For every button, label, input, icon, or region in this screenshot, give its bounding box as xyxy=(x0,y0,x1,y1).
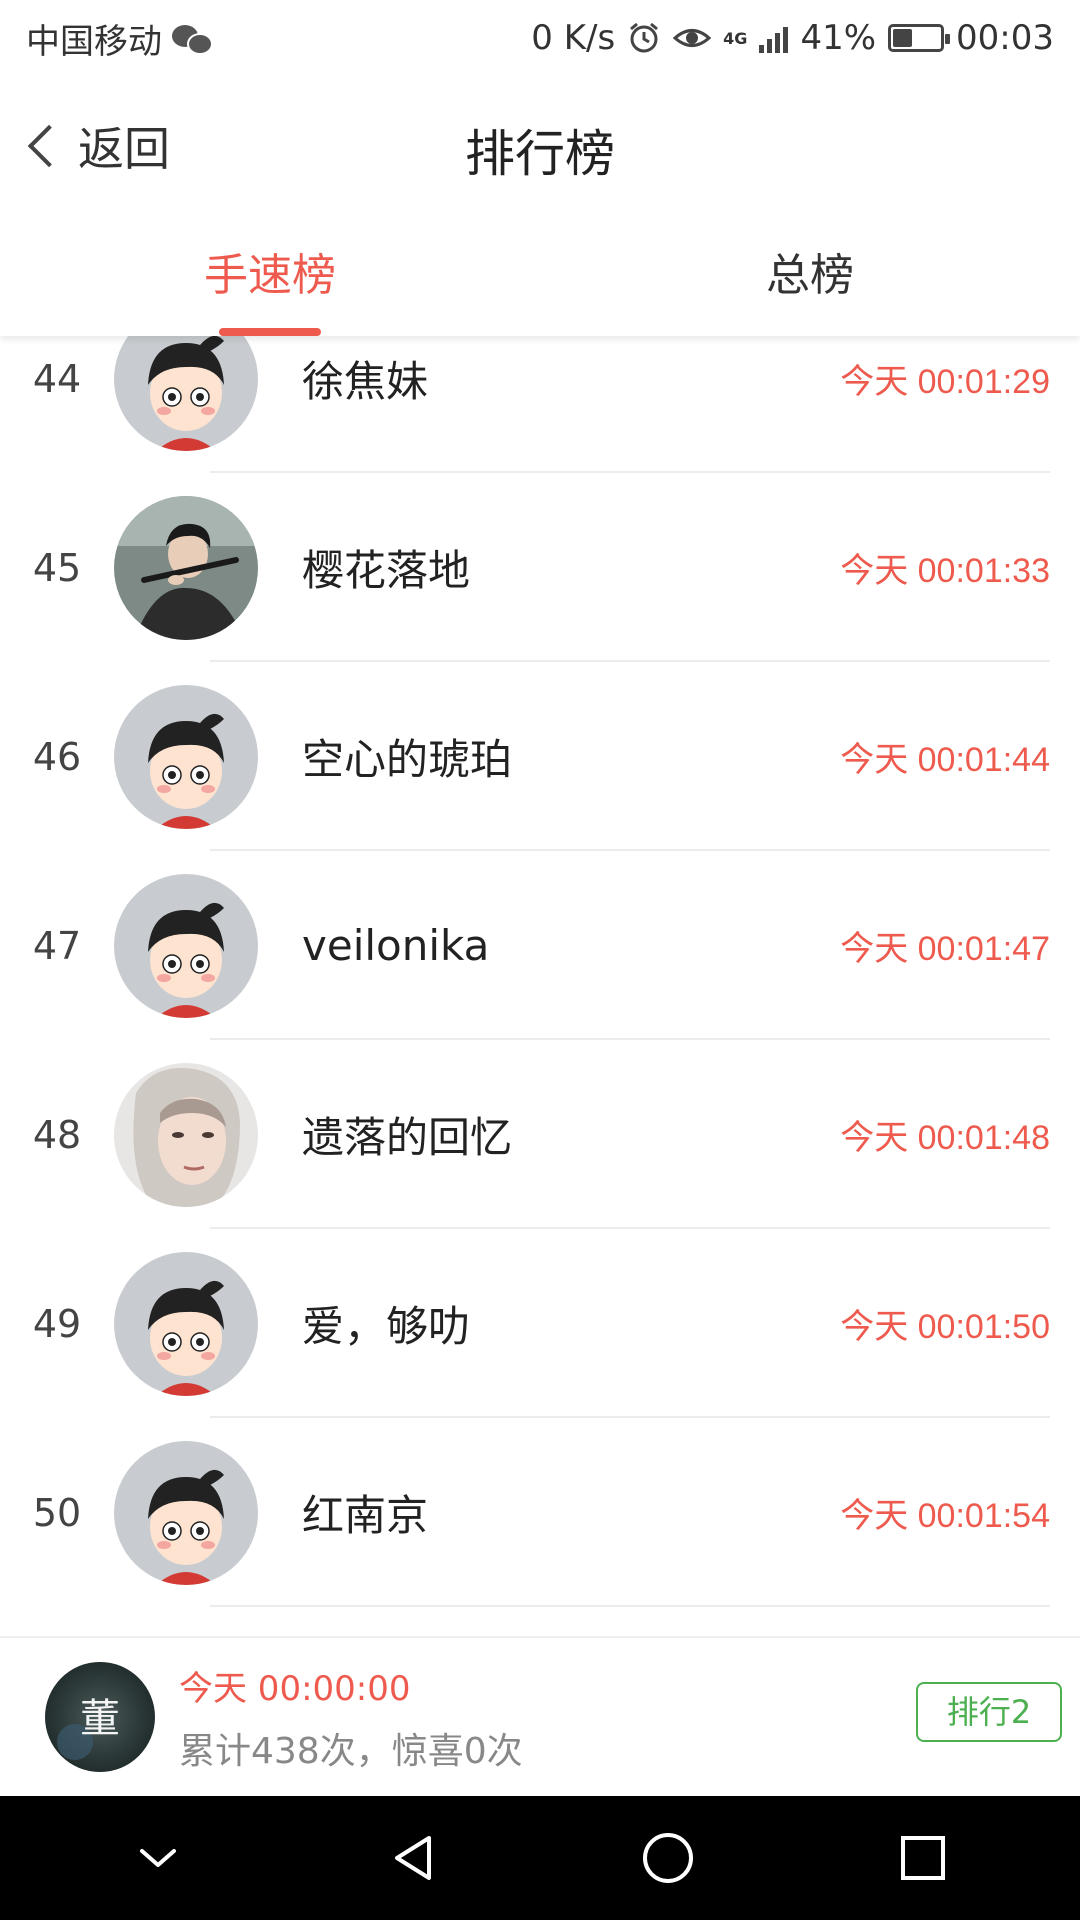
ranking-row[interactable]: 46 空心的琥珀 今天 00:01:44 xyxy=(0,662,1080,851)
ranking-list[interactable]: 44 徐焦妹 今天 00:01:29 45 樱花落地 今天 00:01:33 46 空心的琥珀… xyxy=(0,336,1080,1636)
chevron-down-icon[interactable] xyxy=(113,1813,203,1903)
page-title: 排行榜 xyxy=(465,125,615,183)
ranking-row[interactable]: 47 veilonika 今天 00:01:47 xyxy=(0,851,1080,1040)
user-avatar[interactable] xyxy=(114,1062,258,1207)
record-time: 今天 00:01:48 xyxy=(840,1119,1050,1157)
my-stats: 累计438次，惊喜0次 xyxy=(179,1730,523,1772)
rank-number: 46 xyxy=(32,734,82,779)
rank-number: 48 xyxy=(32,1112,82,1157)
my-avatar-text: 董 xyxy=(80,1696,120,1742)
rank-number: 44 xyxy=(32,356,82,401)
carrier-name: 中国移动 xyxy=(26,21,162,62)
eye-icon xyxy=(673,29,712,47)
user-avatar[interactable] xyxy=(114,1440,258,1585)
user-name: 红南京 xyxy=(302,1491,429,1540)
battery-percent: 41% xyxy=(800,18,877,58)
recents-square-icon[interactable] xyxy=(878,1813,968,1903)
ranking-row[interactable]: 48 遗落的回忆 今天 00:01:48 xyxy=(0,1040,1080,1229)
tab-overall-ranking[interactable]: 总榜 xyxy=(540,216,1080,336)
navigation-bar xyxy=(0,1796,1080,1920)
user-name: 爱，够叻 xyxy=(302,1302,471,1351)
header: 返回 排行榜 xyxy=(0,76,1080,216)
photo-man-avatar-image xyxy=(114,495,258,640)
user-avatar[interactable] xyxy=(114,873,258,1018)
record-time: 今天 00:01:29 xyxy=(840,363,1050,401)
user-avatar[interactable] xyxy=(114,684,258,829)
signal-icon xyxy=(759,23,789,53)
ranking-row[interactable]: 49 爱，够叻 今天 00:01:50 xyxy=(0,1229,1080,1418)
record-time: 今天 00:01:47 xyxy=(840,930,1050,968)
row-divider xyxy=(210,1605,1050,1607)
record-time: 今天 00:01:33 xyxy=(840,552,1050,590)
cartoon-boy-avatar-image xyxy=(114,336,258,451)
my-avatar[interactable]: 董 xyxy=(45,1662,155,1772)
user-name: 樱花落地 xyxy=(302,546,471,595)
status-bar: 中国移动 0 K/s 4G 41% 00:03 xyxy=(0,0,1080,76)
ranking-row[interactable]: 50 红南京 今天 00:01:54 xyxy=(0,1418,1080,1607)
cartoon-boy-avatar-image xyxy=(114,1440,258,1585)
network-type: 4G xyxy=(723,28,748,48)
ranking-row[interactable]: 45 樱花落地 今天 00:01:33 xyxy=(0,473,1080,662)
tab-bar: 手速榜 总榜 xyxy=(0,216,1080,336)
back-triangle-icon[interactable] xyxy=(368,1813,458,1903)
my-rank-button[interactable]: 排行2 xyxy=(916,1682,1062,1742)
record-time: 今天 00:01:54 xyxy=(840,1497,1050,1535)
rank-number: 45 xyxy=(32,545,82,590)
user-name: 遗落的回忆 xyxy=(302,1113,513,1162)
wechat-icon xyxy=(172,23,213,55)
alarm-icon xyxy=(630,22,659,53)
record-time: 今天 00:01:44 xyxy=(840,741,1050,779)
battery-icon xyxy=(888,24,951,52)
cartoon-boy-avatar-image xyxy=(114,1251,258,1396)
user-name: veilonika xyxy=(302,921,490,970)
rank-number: 50 xyxy=(32,1490,82,1535)
cartoon-boy-avatar-image xyxy=(114,684,258,829)
tab-speed-ranking[interactable]: 手速榜 xyxy=(0,216,540,336)
ranking-row[interactable]: 44 徐焦妹 今天 00:01:29 xyxy=(0,336,1080,473)
clock: 00:03 xyxy=(956,18,1054,58)
rank-number: 49 xyxy=(32,1301,82,1346)
user-avatar[interactable] xyxy=(114,1251,258,1396)
user-avatar[interactable] xyxy=(114,336,258,451)
record-time: 今天 00:01:50 xyxy=(840,1308,1050,1346)
photo-woman-avatar-image xyxy=(114,1062,258,1207)
home-circle-icon[interactable] xyxy=(623,1813,713,1903)
my-time: 今天 00:00:00 xyxy=(179,1668,411,1709)
rank-number: 47 xyxy=(32,923,82,968)
net-speed: 0 K/s xyxy=(531,18,616,58)
user-avatar[interactable] xyxy=(114,495,258,640)
user-name: 空心的琥珀 xyxy=(302,735,513,784)
my-record-bar: 董 今天 00:00:00 累计438次，惊喜0次 排行2 xyxy=(0,1636,1080,1796)
user-name: 徐焦妹 xyxy=(302,357,429,406)
cartoon-boy-avatar-image xyxy=(114,873,258,1018)
